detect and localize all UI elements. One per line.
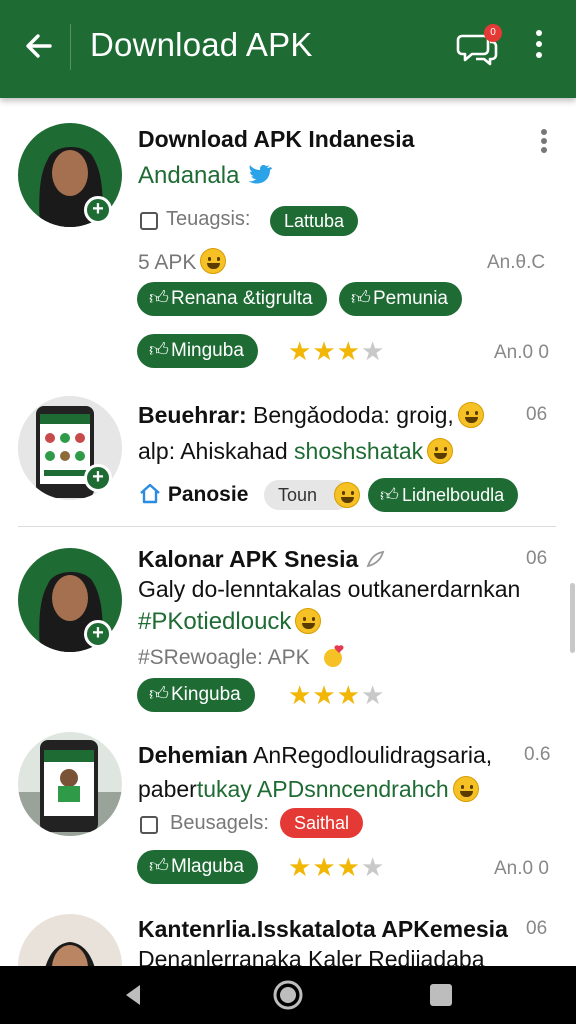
avatar[interactable] xyxy=(18,914,122,966)
checkbox[interactable] xyxy=(140,816,158,834)
smile-emoji-icon xyxy=(457,402,484,428)
smile-emoji-icon xyxy=(334,482,360,508)
item-title: Download APK Indanesia xyxy=(138,126,415,152)
nav-home-icon[interactable] xyxy=(271,978,305,1012)
thumbs-up-icon: 👍︎ xyxy=(149,856,169,877)
app-bar-divider xyxy=(70,24,71,70)
smile-emoji-icon xyxy=(295,608,322,634)
thumbs-up-icon: 👍︎ xyxy=(351,288,371,309)
checkbox-label: Teuagsis: xyxy=(166,208,251,230)
item-line: Galy do-lenntakalas outkanerdarnkan xyxy=(138,576,521,602)
system-navigation-bar xyxy=(0,966,576,1024)
item-meta: 06 xyxy=(526,918,548,939)
list-item[interactable]: + Beuehrar: Bengǎododa: groig, 06 alp: A… xyxy=(0,388,576,526)
scrollbar[interactable] xyxy=(570,583,575,653)
apk-label: 5 APK xyxy=(138,248,227,275)
status-chip[interactable]: Saithal xyxy=(280,808,364,838)
chat-badge: 0 xyxy=(484,24,502,42)
checkbox[interactable] xyxy=(140,212,158,230)
thumbs-up-icon: 👍︎ xyxy=(149,684,169,705)
tag-button[interactable]: 👍︎ Kinguba xyxy=(137,678,255,712)
item-line: pabertukay APDsnncendrahch xyxy=(138,776,479,803)
thumbs-up-icon: 👍︎ xyxy=(380,485,399,505)
item-line: Denanlerranaka Kaler Rediiadaba xyxy=(138,946,485,966)
item-title: Kalonar APK Snesia xyxy=(138,546,385,573)
item-title: Kantenrlia.Isskatalota APKemesia xyxy=(138,916,508,942)
thumbs-up-icon: 👍︎ xyxy=(149,340,169,361)
list-item[interactable]: + Kalonar APK Snesia 06 Galy do-lenntaka… xyxy=(0,538,576,716)
hashtag[interactable]: #PKotiedlouck xyxy=(138,608,322,636)
bird-icon xyxy=(248,165,273,184)
item-meta: 06 xyxy=(526,548,548,569)
star-rating[interactable]: ★★★★ xyxy=(288,854,385,880)
checkbox-label: Beusagels: xyxy=(170,812,269,834)
more-options-icon[interactable] xyxy=(528,30,550,64)
back-arrow-icon[interactable] xyxy=(20,26,60,66)
smile-emoji-icon xyxy=(427,438,454,464)
phone-thumbnail[interactable] xyxy=(18,732,122,836)
tag-button[interactable]: 👍︎ Mlaguba xyxy=(137,850,258,884)
leaf-icon xyxy=(366,550,384,568)
item-title: Dehemian AnRegodloulidragsaria, xyxy=(138,742,493,768)
thumbs-up-icon: 👍︎ xyxy=(149,288,169,309)
tag-button[interactable]: 👍︎ Minguba xyxy=(137,334,258,368)
add-follow-icon[interactable]: + xyxy=(84,620,112,648)
star-rating[interactable]: ★★★★ xyxy=(288,338,385,364)
status-chip[interactable]: Lattuba xyxy=(270,206,359,236)
list-item[interactable]: Kantenrlia.Isskatalota APKemesia 06 Dena… xyxy=(0,906,576,966)
nav-recents-icon[interactable] xyxy=(424,978,458,1012)
meta-bottom: An.0 0 xyxy=(494,342,549,363)
meta-right: An.θ.C xyxy=(487,252,546,273)
tag-button[interactable]: 👍︎ Pemunia xyxy=(339,282,462,316)
smile-emoji-icon xyxy=(200,248,227,274)
item-line: alp: Ahiskahad shoshshatak xyxy=(138,438,454,465)
item-subtitle: Andanala xyxy=(138,162,273,190)
smile-emoji-icon xyxy=(452,776,479,802)
app-bar: Download APK 0 xyxy=(0,0,576,98)
list-item[interactable]: + Download APK Indanesia Andanala Teuags… xyxy=(0,98,576,388)
home-icon xyxy=(140,483,160,504)
item-line: #SRewoagle: APK xyxy=(138,644,347,670)
star-rating[interactable]: ★★★★ xyxy=(288,682,385,708)
add-follow-icon[interactable]: + xyxy=(84,464,112,492)
item-meta: 06 xyxy=(526,404,548,425)
list-item[interactable]: Dehemian AnRegodloulidragsaria, 0.6 pabe… xyxy=(0,726,576,906)
page-title: Download APK xyxy=(90,26,313,63)
home-label[interactable]: Panosie xyxy=(138,482,248,507)
kebab-menu-icon[interactable] xyxy=(538,128,550,154)
tag-button[interactable]: 👍︎ Renana &tigrulta xyxy=(137,282,327,316)
apk-feed-list[interactable]: + Download APK Indanesia Andanala Teuags… xyxy=(0,98,576,966)
item-meta: 0.6 xyxy=(524,744,551,765)
divider xyxy=(18,526,556,527)
add-follow-icon[interactable]: + xyxy=(84,196,112,224)
kiss-emoji-icon xyxy=(324,645,344,667)
tag-button[interactable]: 👍︎ Lidnelboudla xyxy=(368,478,519,512)
nav-back-icon[interactable] xyxy=(116,978,150,1012)
meta-bottom: An.0 0 xyxy=(494,858,549,879)
chat-button[interactable]: 0 xyxy=(456,24,502,68)
item-title: Beuehrar: Bengǎododa: groig, xyxy=(138,402,484,429)
